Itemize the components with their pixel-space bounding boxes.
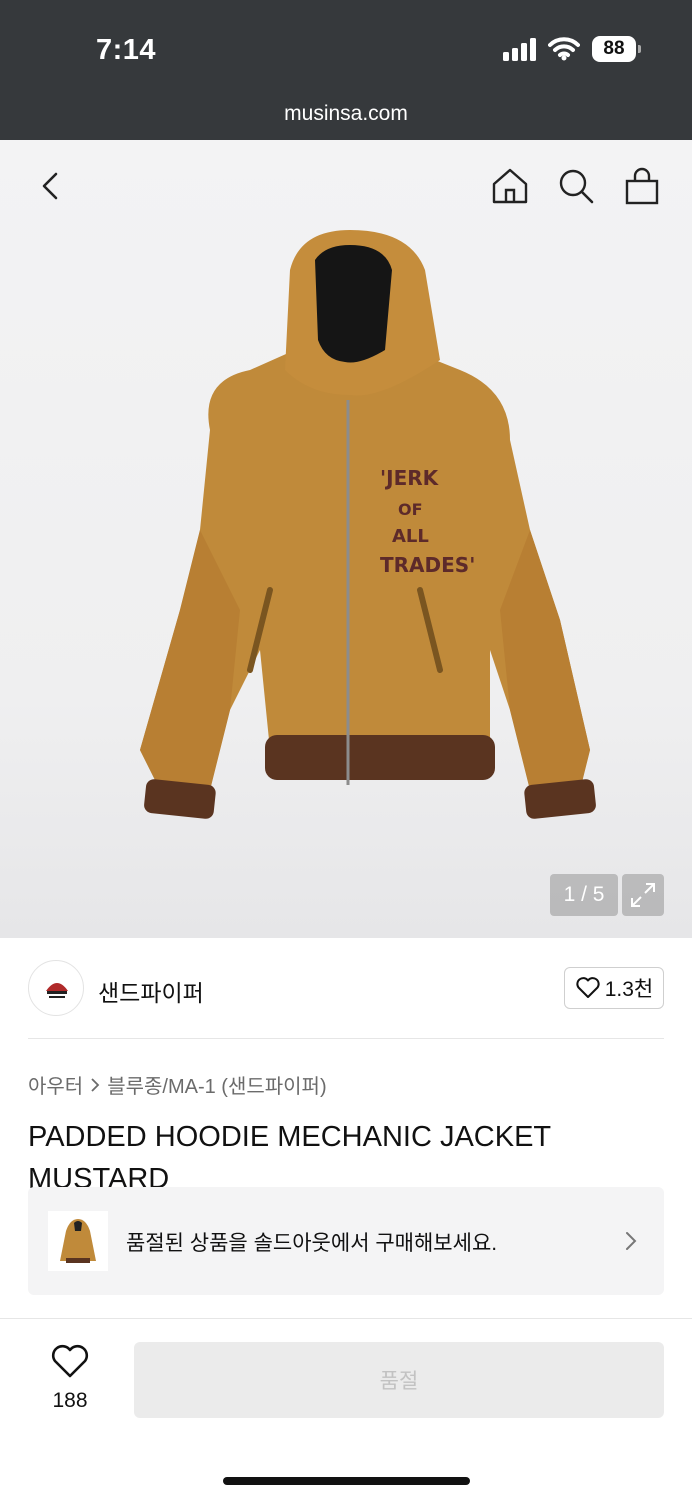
divider [28, 1038, 664, 1039]
brand-logo[interactable] [28, 960, 84, 1016]
product-gallery[interactable]: 'JERK OF ALL TRADES' 1 / 5 [0, 140, 692, 938]
image-counter: 1 / 5 [550, 874, 618, 916]
fullscreen-button[interactable] [622, 874, 664, 916]
product-image: 'JERK OF ALL TRADES' [140, 230, 596, 819]
soldout-banner[interactable]: 품절된 상품을 솔드아웃에서 구매해보세요. [28, 1187, 664, 1295]
home-button[interactable] [490, 164, 530, 208]
brand-like-button[interactable]: 1.3천 [564, 967, 664, 1009]
heart-icon [576, 977, 600, 998]
battery-icon: 88 [592, 36, 641, 62]
back-button[interactable] [32, 164, 72, 208]
breadcrumb: 아우터 블루종/MA-1 (샌드파이퍼) [28, 1070, 327, 1099]
home-indicator[interactable] [223, 1477, 470, 1485]
chevron-right-icon [91, 1077, 100, 1092]
jacket-print-line-1: 'JERK [380, 466, 440, 490]
jacket-print-line-2: OF [398, 500, 423, 519]
search-button[interactable] [556, 164, 596, 208]
wishlist-button[interactable]: 188 [40, 1344, 100, 1414]
jacket-print-line-3: ALL [392, 526, 429, 547]
heart-icon [51, 1344, 89, 1378]
url-bar[interactable]: musinsa.com [0, 102, 692, 126]
brand-logo-icon [43, 975, 71, 1003]
soldout-button[interactable]: 품절 [134, 1342, 664, 1418]
breadcrumb-category[interactable]: 아우터 [28, 1070, 83, 1099]
header-actions [490, 164, 662, 208]
shopping-bag-icon [625, 167, 659, 205]
wifi-icon [548, 37, 580, 61]
expand-icon [631, 883, 655, 907]
home-icon [492, 168, 528, 204]
brand-row[interactable]: 샌드파이퍼 1.3천 [28, 960, 664, 1018]
browser-chrome: 7:14 88 musinsa.com [0, 0, 692, 140]
wishlist-count: 188 [52, 1389, 88, 1412]
cart-button[interactable] [622, 164, 662, 208]
breadcrumb-subcategory[interactable]: 블루종/MA-1 (샌드파이퍼) [107, 1070, 326, 1099]
brand-like-count: 1.3천 [604, 978, 654, 1001]
product-title: PADDED HOODIE MECHANIC JACKET MUSTARD [28, 1121, 551, 1188]
soldout-thumbnail [48, 1211, 108, 1271]
bottom-bar-divider [0, 1318, 692, 1319]
status-icons: 88 [503, 36, 641, 62]
chevron-right-icon [626, 1232, 637, 1250]
brand-name[interactable]: 샌드파이퍼 [98, 974, 204, 1008]
status-time: 7:14 [96, 34, 157, 66]
cellular-signal-icon [503, 37, 536, 61]
jacket-print-line-4: TRADES' [380, 553, 475, 577]
chevron-left-icon [42, 172, 58, 200]
soldout-banner-text: 품절된 상품을 솔드아웃에서 구매해보세요. [126, 1232, 498, 1255]
search-icon [559, 169, 594, 204]
battery-level: 88 [603, 38, 625, 59]
